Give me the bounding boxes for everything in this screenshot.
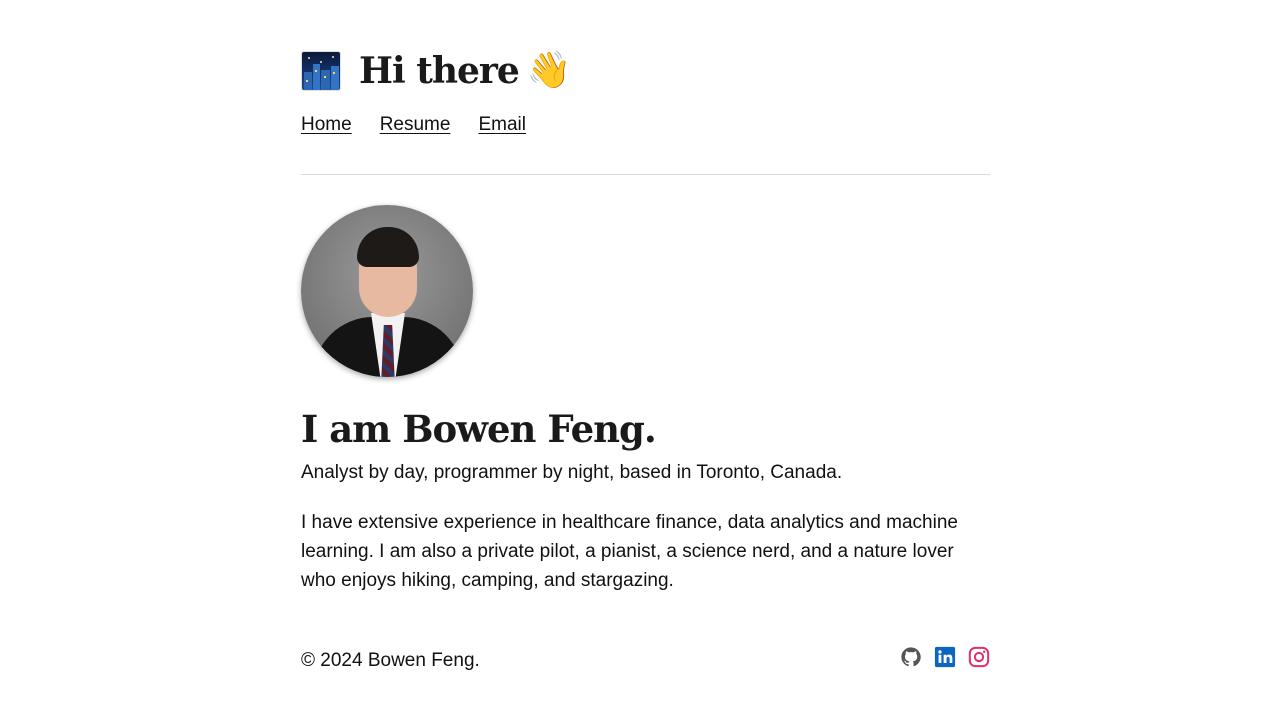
site-title[interactable]: Hi there 👋 [359, 50, 572, 92]
profile-photo [301, 205, 473, 377]
nav-home-link[interactable]: Home [301, 114, 352, 136]
main-nav: Home Resume Email [301, 114, 526, 136]
city-night-icon [301, 51, 341, 91]
site-footer: © 2024 Bowen Feng. [301, 644, 990, 678]
social-links [900, 646, 990, 668]
site-header: Hi there 👋 [301, 50, 572, 92]
page: Hi there 👋 Home Resume Email I am Bowen … [301, 0, 990, 720]
nav-email-link[interactable]: Email [478, 114, 526, 136]
header-divider [301, 174, 990, 175]
site-title-text[interactable]: Hi there [359, 50, 520, 92]
instagram-icon[interactable] [968, 646, 990, 668]
github-icon[interactable] [900, 646, 922, 668]
profile-heading: I am Bowen Feng. [301, 407, 657, 451]
copyright-text: © 2024 Bowen Feng. [301, 650, 480, 671]
linkedin-icon[interactable] [934, 646, 956, 668]
waving-hand-icon: 👋 [526, 50, 572, 91]
profile-bio: I have extensive experience in healthcar… [301, 512, 958, 591]
profile-tagline: Analyst by day, programmer by night, bas… [301, 462, 843, 483]
nav-resume-link[interactable]: Resume [380, 114, 451, 136]
